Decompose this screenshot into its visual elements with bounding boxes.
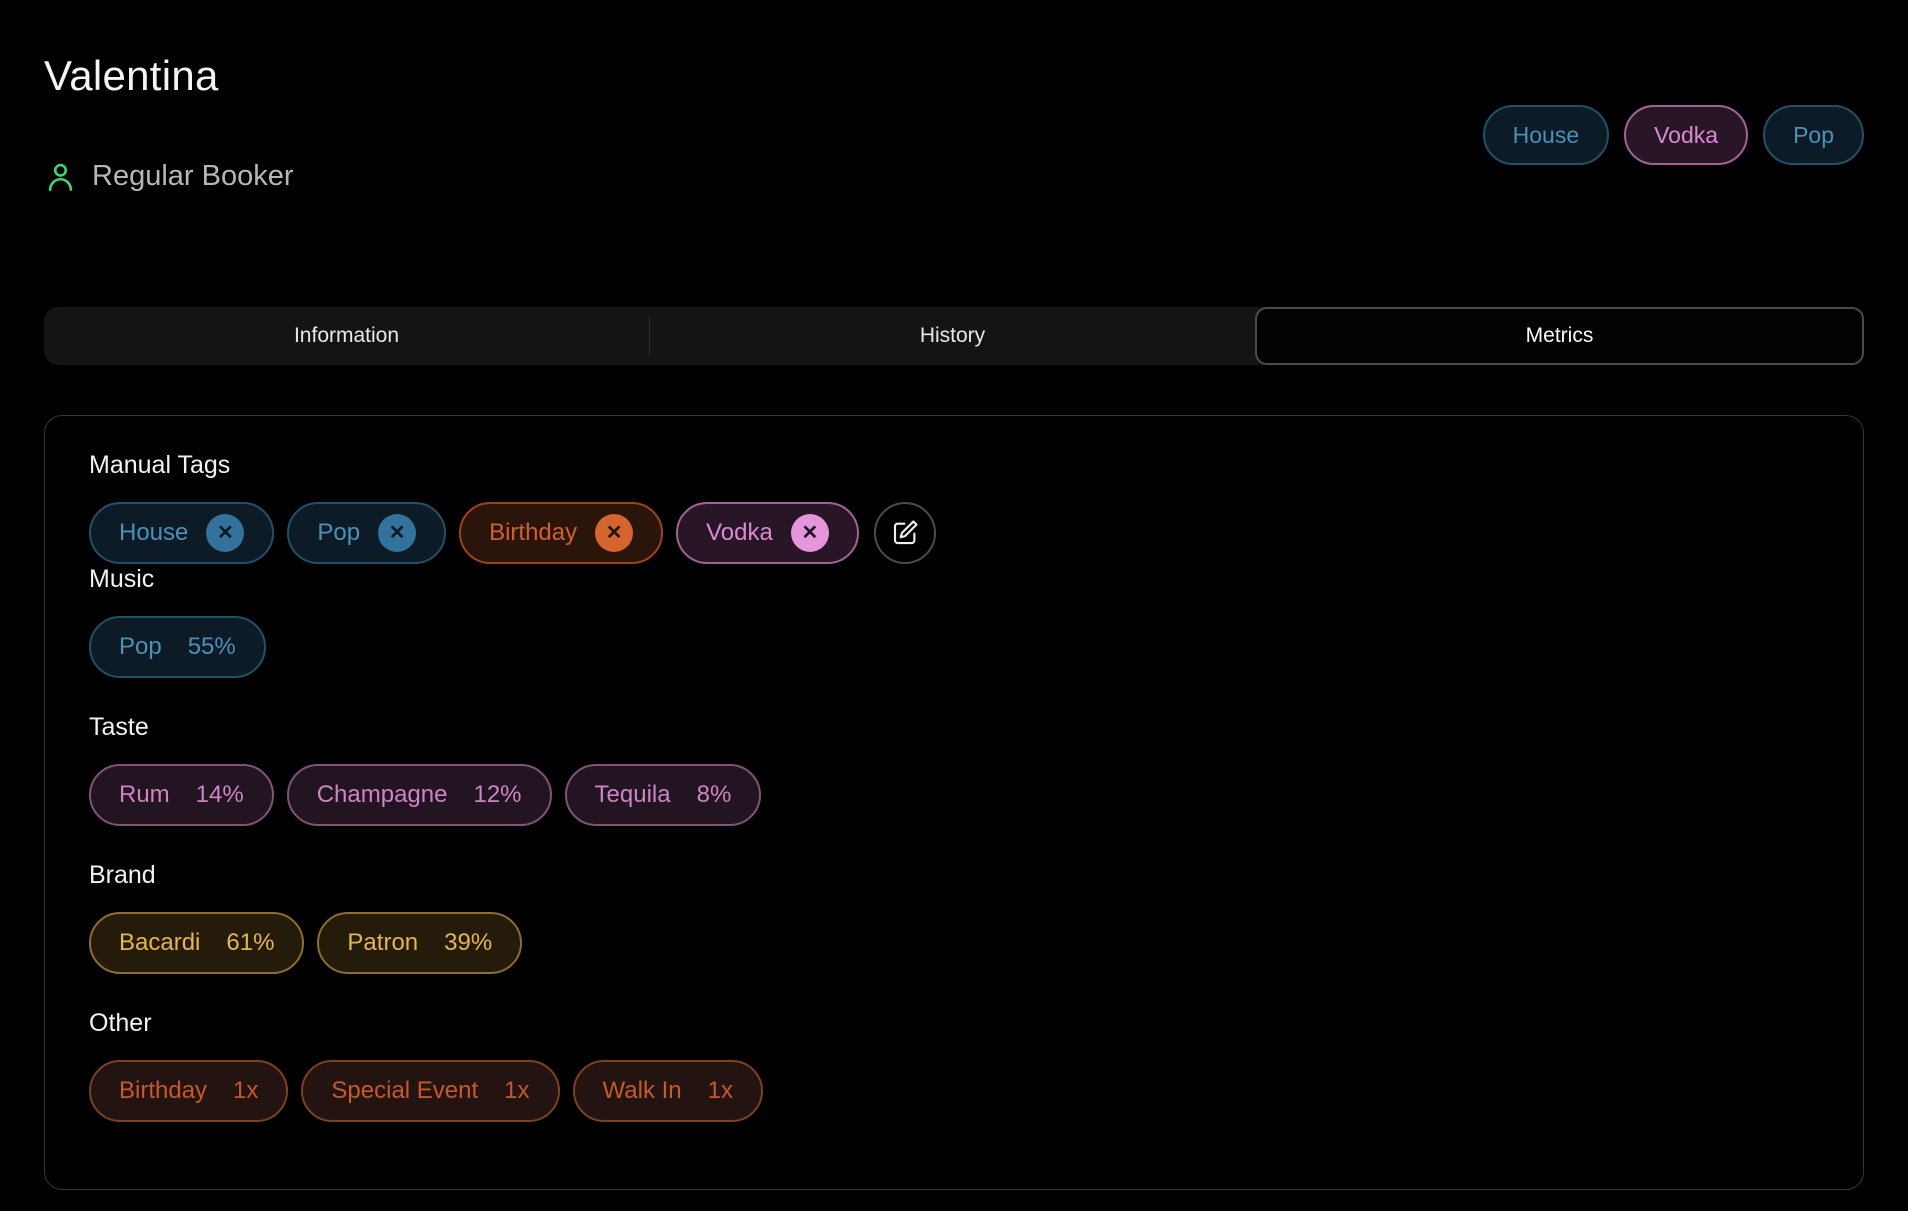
tag-label: Vodka bbox=[706, 519, 773, 546]
metric-pill-walk-in: Walk In 1x bbox=[572, 1060, 764, 1122]
customer-profile-page: Valentina Regular Booker House Vodka Pop I… bbox=[0, 0, 1908, 1190]
metric-pill-rum: Rum 14% bbox=[89, 764, 274, 826]
customer-type-badge: Regular Booker bbox=[44, 158, 294, 194]
metric-pill-tequila: Tequila 8% bbox=[564, 764, 762, 826]
remove-tag-vodka-button[interactable]: ✕ bbox=[790, 514, 829, 552]
person-icon bbox=[48, 163, 73, 191]
metric-name: Bacardi bbox=[119, 929, 201, 956]
remove-icon: ✕ bbox=[801, 522, 819, 544]
section-title-taste: Taste bbox=[89, 713, 149, 741]
remove-icon: ✕ bbox=[216, 522, 234, 544]
metric-value: 55% bbox=[187, 633, 236, 660]
tag-label: Pop bbox=[1793, 121, 1834, 148]
metric-name: Walk In bbox=[602, 1077, 682, 1104]
metric-value: 12% bbox=[473, 781, 522, 808]
remove-icon: ✕ bbox=[388, 522, 406, 544]
header-tag-house: House bbox=[1482, 105, 1610, 165]
section-pills-brand: Bacardi 61% Patron 39% bbox=[89, 912, 1819, 974]
manual-tag-birthday: Birthday ✕ bbox=[459, 502, 664, 564]
metric-name: Champagne bbox=[316, 781, 448, 808]
tag-label: House bbox=[1512, 121, 1580, 148]
metric-value: 1x bbox=[707, 1077, 734, 1104]
tag-label: House bbox=[119, 519, 189, 546]
metric-pill-special-event: Special Event 1x bbox=[301, 1060, 560, 1122]
edit-icon bbox=[893, 520, 918, 545]
header-tag-pop: Pop bbox=[1763, 105, 1864, 165]
section-title-other: Other bbox=[89, 1009, 152, 1037]
tag-label: Pop bbox=[317, 519, 361, 546]
manual-tag-vodka: Vodka ✕ bbox=[676, 502, 859, 564]
page-title: Valentina bbox=[44, 52, 219, 99]
remove-tag-house-button[interactable]: ✕ bbox=[206, 514, 245, 552]
metric-name: Special Event bbox=[331, 1077, 479, 1104]
metric-value: 8% bbox=[696, 781, 732, 808]
tab-history[interactable]: History bbox=[650, 307, 1255, 365]
metric-name: Rum bbox=[119, 781, 170, 808]
remove-tag-birthday-button[interactable]: ✕ bbox=[595, 514, 634, 552]
metric-value: 61% bbox=[226, 929, 275, 956]
metric-name: Birthday bbox=[119, 1077, 208, 1104]
header-tags: House Vodka Pop bbox=[1482, 105, 1864, 165]
header-left: Valentina Regular Booker bbox=[44, 50, 294, 194]
metric-pill-champagne: Champagne 12% bbox=[286, 764, 552, 826]
metric-pill-patron: Patron 39% bbox=[317, 912, 523, 974]
manual-tag-pop: Pop ✕ bbox=[287, 502, 447, 564]
metric-name: Tequila bbox=[594, 781, 671, 808]
metric-value: 1x bbox=[233, 1077, 259, 1104]
metrics-panel: Manual Tags House ✕ Pop ✕ Birthday ✕ Vodka ✕ Mu… bbox=[44, 415, 1864, 1190]
tag-label: Vodka bbox=[1654, 121, 1719, 148]
edit-tags-button[interactable] bbox=[873, 502, 936, 564]
metric-value: 1x bbox=[504, 1077, 530, 1104]
section-pills-taste: Rum 14% Champagne 12% Tequila 8% bbox=[89, 764, 1819, 826]
page-header: Valentina Regular Booker House Vodka Pop bbox=[44, 0, 1864, 194]
metric-name: Pop bbox=[119, 633, 162, 660]
header-tag-vodka: Vodka bbox=[1624, 105, 1749, 165]
metrics-sections: Music Pop 55% Taste Rum 14% Champagne 12% Tequil… bbox=[89, 564, 1819, 1122]
remove-icon: ✕ bbox=[605, 522, 623, 544]
metric-pill-birthday: Birthday 1x bbox=[89, 1060, 289, 1122]
section-title-music: Music bbox=[89, 565, 155, 593]
customer-type-label: Regular Booker bbox=[92, 160, 294, 192]
tag-label: Birthday bbox=[489, 519, 578, 546]
tab-information[interactable]: Information bbox=[44, 307, 649, 365]
section-pills-music: Pop 55% bbox=[89, 616, 1819, 678]
metric-value: 14% bbox=[195, 781, 244, 808]
section-title-brand: Brand bbox=[89, 861, 156, 889]
section-title-manual-tags: Manual Tags bbox=[89, 451, 231, 479]
manual-tags-row: House ✕ Pop ✕ Birthday ✕ Vodka ✕ bbox=[89, 502, 1819, 564]
metric-pill-pop: Pop 55% bbox=[89, 616, 266, 678]
metric-value: 39% bbox=[444, 929, 493, 956]
tab-bar: Information History Metrics bbox=[44, 307, 1864, 365]
metric-name: Patron bbox=[347, 929, 419, 956]
manual-tag-house: House ✕ bbox=[89, 502, 275, 564]
remove-tag-pop-button[interactable]: ✕ bbox=[378, 514, 417, 552]
section-pills-other: Birthday 1x Special Event 1x Walk In 1x bbox=[89, 1060, 1819, 1122]
metric-pill-bacardi: Bacardi 61% bbox=[89, 912, 305, 974]
tab-metrics[interactable]: Metrics bbox=[1255, 307, 1864, 365]
